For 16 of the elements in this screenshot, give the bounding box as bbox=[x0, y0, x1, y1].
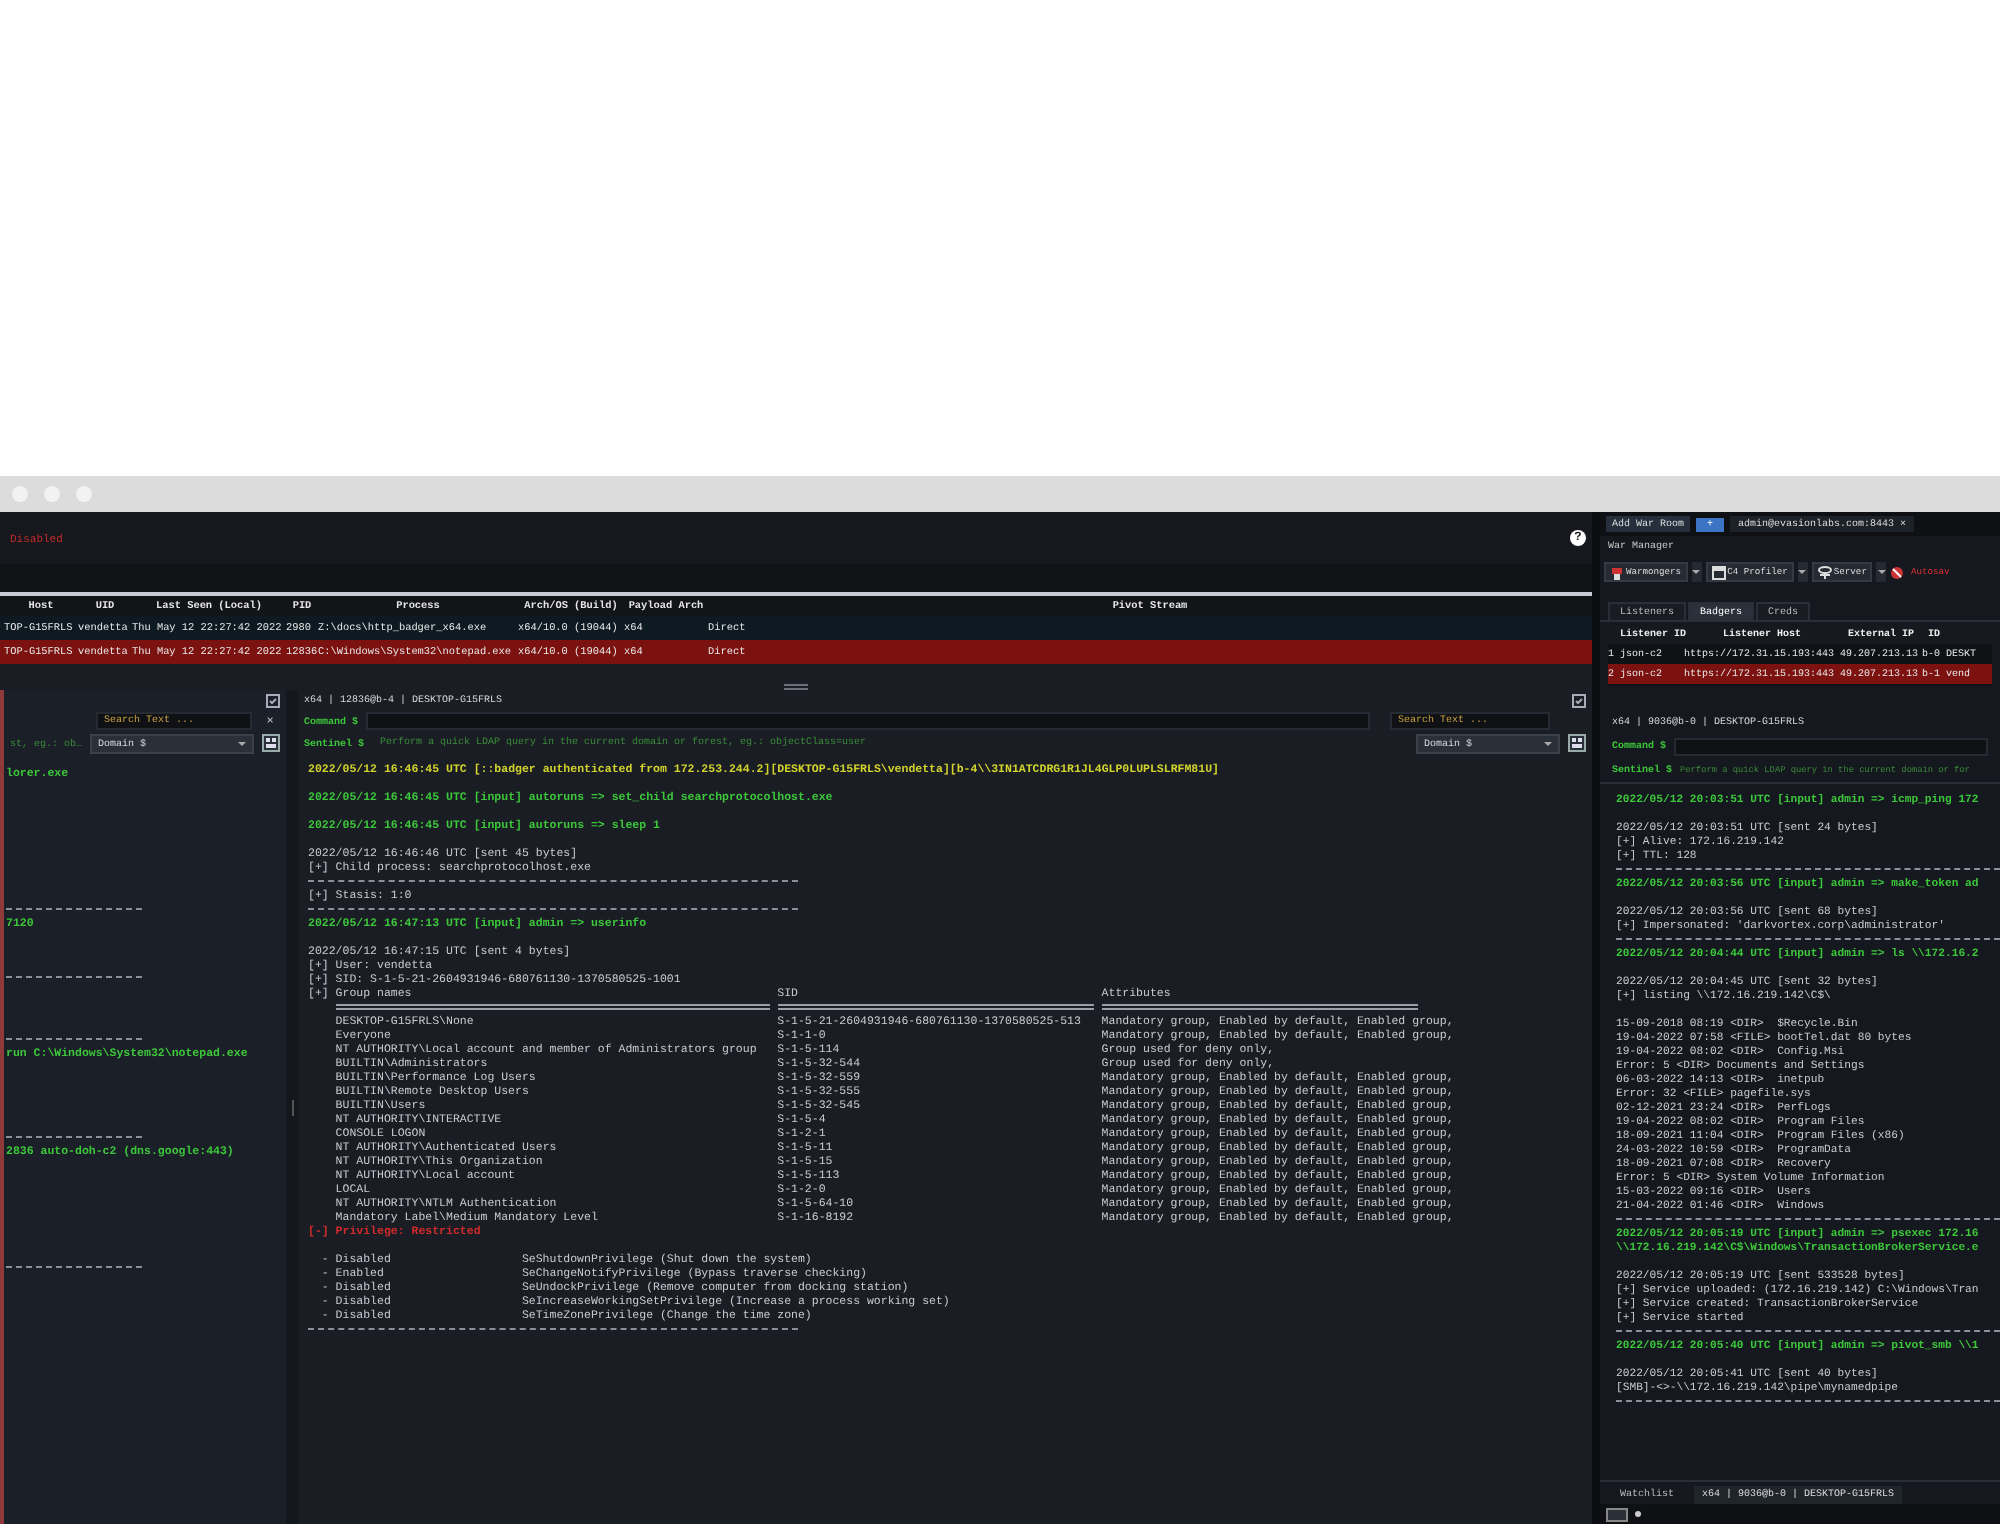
splitter-handle[interactable] bbox=[784, 684, 808, 690]
command-field[interactable] bbox=[366, 712, 1370, 730]
dot-icon bbox=[1634, 1510, 1642, 1518]
command-field[interactable] bbox=[1674, 737, 1988, 755]
prohibited-icon bbox=[1890, 565, 1905, 579]
panel-icon[interactable] bbox=[266, 693, 280, 707]
caret-icon[interactable] bbox=[1692, 570, 1701, 574]
badge-icon bbox=[1610, 565, 1624, 579]
layout-icon[interactable] bbox=[262, 734, 280, 752]
layout-icon[interactable] bbox=[1568, 734, 1586, 752]
caret-icon[interactable] bbox=[1798, 570, 1807, 574]
server-icon bbox=[1817, 565, 1832, 579]
panel-icon[interactable] bbox=[1572, 693, 1586, 707]
status-icon bbox=[1606, 1507, 1628, 1521]
caret-icon[interactable] bbox=[1877, 570, 1886, 574]
window-icon bbox=[1711, 565, 1726, 579]
